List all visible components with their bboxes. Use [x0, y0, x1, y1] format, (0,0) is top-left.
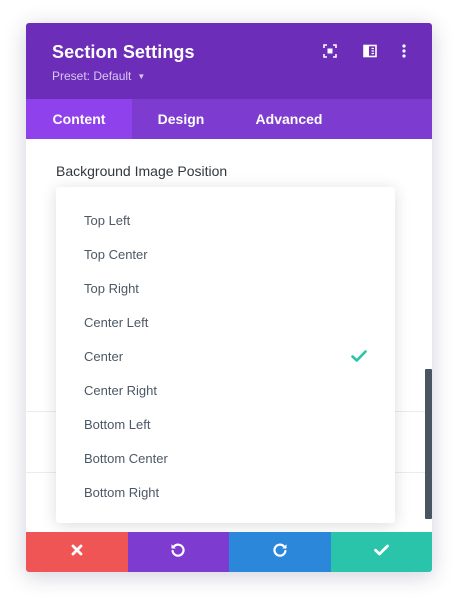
- redo-button[interactable]: [229, 532, 331, 572]
- discard-button[interactable]: [26, 532, 128, 572]
- settings-tabs: Content Design Advanced: [26, 99, 432, 139]
- option-label: Bottom Left: [84, 416, 151, 432]
- option-bottom-center[interactable]: Bottom Center: [56, 441, 395, 475]
- option-label: Center Left: [84, 314, 149, 330]
- more-options-icon[interactable]: [396, 43, 412, 59]
- modal-header: Section Settings Preset: Default ▼: [26, 23, 432, 99]
- option-label: Bottom Center: [84, 450, 168, 466]
- option-label: Top Center: [84, 246, 148, 262]
- close-icon: [71, 543, 83, 561]
- preset-label: Preset: Default: [52, 69, 132, 83]
- option-top-right[interactable]: Top Right: [56, 271, 395, 305]
- scrollbar[interactable]: [425, 369, 432, 519]
- tab-design[interactable]: Design: [132, 99, 230, 139]
- tab-content[interactable]: Content: [26, 99, 132, 139]
- option-label: Center Right: [84, 382, 157, 398]
- option-label: Top Right: [84, 280, 139, 296]
- section-settings-modal: Section Settings Preset: Default ▼ Conte…: [26, 23, 432, 572]
- option-bottom-right[interactable]: Bottom Right: [56, 475, 395, 509]
- option-label: Center: [84, 348, 124, 364]
- sidebar-toggle-icon[interactable]: [362, 43, 378, 59]
- modal-title: Section Settings: [52, 42, 195, 62]
- tab-advanced[interactable]: Advanced: [230, 99, 348, 139]
- caret-down-icon: ▼: [137, 71, 146, 81]
- save-button[interactable]: [330, 532, 432, 572]
- option-center-left[interactable]: Center Left: [56, 305, 395, 339]
- option-center-right[interactable]: Center Right: [56, 373, 395, 407]
- option-bottom-left[interactable]: Bottom Left: [56, 407, 395, 441]
- option-top-left[interactable]: Top Left: [56, 203, 395, 237]
- fullscreen-icon[interactable]: [322, 43, 338, 59]
- content-panel: Background Image Position Top Left Top C…: [26, 139, 432, 532]
- option-top-center[interactable]: Top Center: [56, 237, 395, 271]
- option-label: Top Left: [84, 212, 131, 228]
- option-center[interactable]: Center: [56, 339, 395, 373]
- undo-button[interactable]: [127, 532, 229, 572]
- position-dropdown: Top Left Top Center Top Right Center Lef…: [56, 187, 395, 523]
- option-label: Bottom Right: [84, 484, 160, 500]
- check-icon: [373, 543, 389, 561]
- preset-selector[interactable]: Preset: Default ▼: [52, 69, 145, 83]
- field-label: Background Image Position: [56, 163, 228, 179]
- undo-icon: [170, 542, 186, 563]
- modal-footer: [26, 532, 432, 572]
- check-icon: [351, 349, 367, 363]
- redo-icon: [272, 542, 288, 563]
